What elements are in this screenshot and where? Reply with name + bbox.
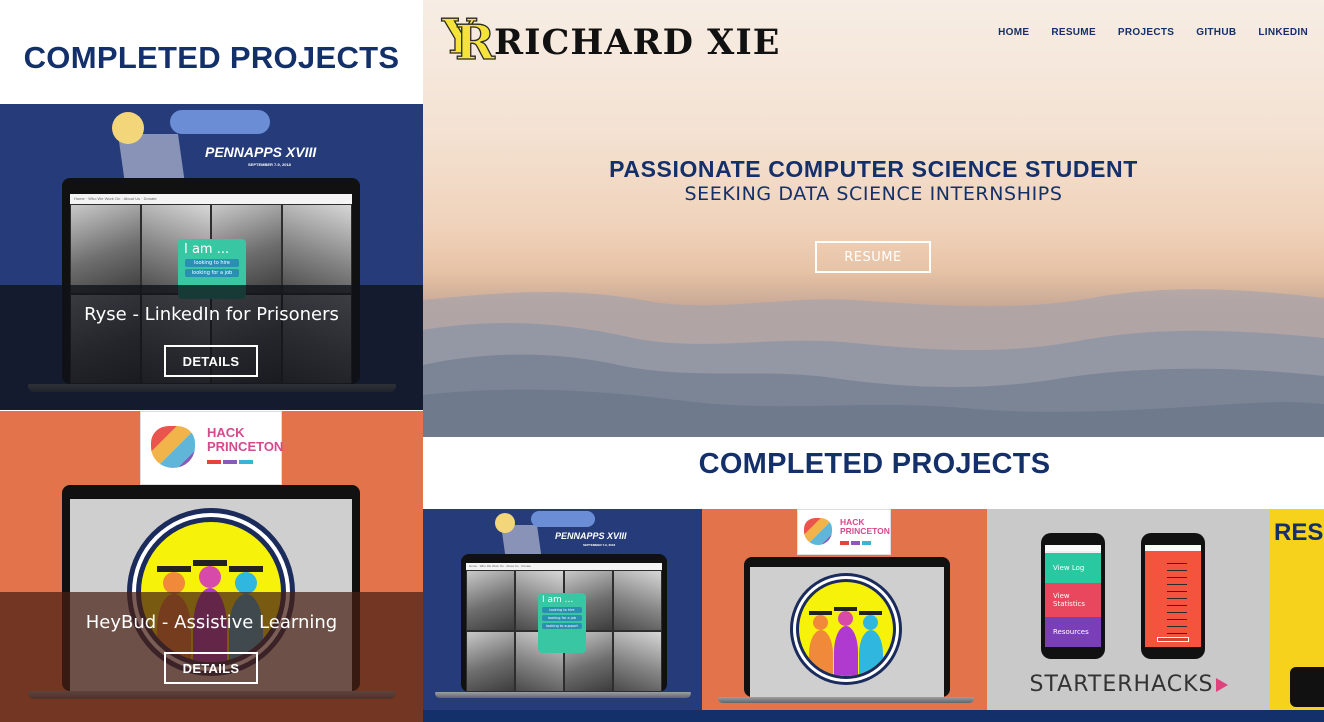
card-overlay: HeyBud - Assistive Learning DETAILS — [0, 592, 423, 722]
nav-resume[interactable]: RESUME — [1051, 27, 1096, 38]
hero-subheadline: SEEKING DATA SCIENCE INTERNSHIPS — [684, 183, 1063, 205]
screenshot-stage: COMPLETED PROJECTS PENNAPPS XVIII SEPTEM… — [0, 0, 1324, 722]
hackprinceton-shield-icon — [151, 426, 195, 468]
nav-home[interactable]: HOME — [998, 27, 1029, 38]
partial-tile-title: RES — [1274, 519, 1324, 546]
phone-mockup: View Log View Statistics Resources — [1041, 533, 1105, 659]
project-tile-partial[interactable]: RES — [1270, 509, 1324, 710]
pennapps-date: SEPTEMBER 7-9, 2018 — [583, 543, 616, 547]
phone-menu-view-statistics: View Statistics — [1045, 583, 1101, 617]
heybud-logo-icon — [796, 579, 896, 679]
pennapps-logo-icon — [112, 112, 144, 144]
section-title: COMPLETED PROJECTS — [23, 40, 400, 75]
pennapps-date: SEPTEMBER 7-9, 2018 — [248, 162, 291, 167]
card-overlay: Ryse - LinkedIn for Prisoners DETAILS — [0, 285, 423, 410]
pennapps-logo-icon — [495, 513, 515, 533]
project-card-ryse[interactable]: PENNAPPS XVIII SEPTEMBER 7-9, 2018 Home … — [0, 104, 423, 410]
starterhacks-play-icon — [1215, 678, 1228, 692]
top-nav: HOME RESUME PROJECTS GITHUB LINKEDIN — [998, 27, 1308, 38]
project-title: Ryse - LinkedIn for Prisoners — [84, 304, 339, 325]
hackprinceton-title: HACK PRINCETON — [840, 517, 890, 536]
nav-github[interactable]: GITHUB — [1196, 27, 1236, 38]
project-tile-ryse[interactable]: PENNAPPS XVIII SEPTEMBER 7-9, 2018 Home … — [423, 509, 702, 710]
cloud-icon — [531, 511, 595, 527]
pennapps-title: PENNAPPS XVIII — [205, 144, 317, 160]
hackprinceton-badge: HACK PRINCETON — [797, 509, 891, 555]
phone-menu-resources: Resources — [1045, 617, 1101, 647]
starterhacks-logo: STARTERHACKS — [987, 672, 1270, 697]
hackprinceton-badge: HACK PRINCETON — [140, 411, 284, 485]
resume-button[interactable]: RESUME — [815, 241, 931, 273]
yr-monogram-icon: Y R — [441, 8, 495, 71]
section-title: COMPLETED PROJECTS — [698, 448, 1051, 480]
laptop-mockup: Home · Who We Work On · About Us · Donat… — [435, 554, 691, 704]
mobile-view: COMPLETED PROJECTS PENNAPPS XVIII SEPTEM… — [0, 0, 423, 722]
project-tile-heybud[interactable]: HACK PRINCETON — [702, 509, 987, 710]
nav-linkedin[interactable]: LINKEDIN — [1258, 27, 1308, 38]
hackprinceton-title: HACK PRINCETON — [207, 425, 284, 454]
desktop-view: Y R RICHARD XIE HOME RESUME PROJECTS GIT… — [423, 0, 1324, 722]
hero-headline: PASSIONATE COMPUTER SCIENCE STUDENT — [609, 156, 1138, 182]
brand-name: RICHARD XIE — [494, 21, 781, 63]
projects-section-header: COMPLETED PROJECTS — [423, 437, 1324, 509]
nav-projects[interactable]: PROJECTS — [1118, 27, 1174, 38]
details-button[interactable]: DETAILS — [164, 652, 258, 684]
phone-mockup — [1141, 533, 1205, 659]
cloud-icon — [170, 110, 270, 134]
hero-banner: Y R RICHARD XIE HOME RESUME PROJECTS GIT… — [423, 0, 1324, 437]
project-card-heybud[interactable]: HACK PRINCETON HeyBud - Assistive Learni… — [0, 411, 423, 722]
iam-widget: I am ... looking to hire looking for a j… — [538, 593, 586, 653]
pennapps-title: PENNAPPS XVIII — [555, 531, 627, 541]
phone-menu-view-log: View Log — [1045, 553, 1101, 583]
laptop-mockup — [718, 557, 974, 707]
details-button[interactable]: DETAILS — [164, 345, 258, 377]
hackprinceton-shield-icon — [804, 518, 832, 545]
footer-strip — [423, 710, 1324, 722]
brand-logo[interactable]: Y R RICHARD XIE — [441, 8, 781, 71]
project-tile-starterhacks[interactable]: View Log View Statistics Resources START… — [987, 509, 1270, 710]
project-title: HeyBud - Assistive Learning — [85, 612, 338, 633]
